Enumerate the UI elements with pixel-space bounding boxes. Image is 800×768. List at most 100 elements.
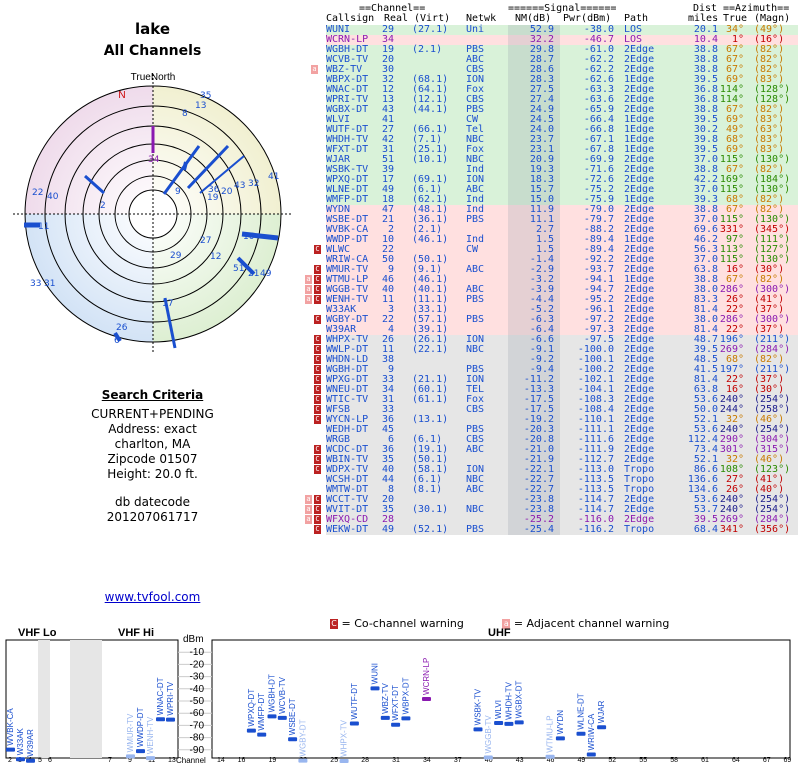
criteria-header: Search Criteria	[101, 388, 204, 402]
station-label: WHDH-TV	[504, 681, 513, 719]
adjacent-warning-icon: a	[305, 495, 312, 504]
ray-ch36	[182, 161, 188, 171]
channel-tick: 69	[784, 757, 792, 764]
channel-tick: 13	[168, 757, 176, 764]
polar-label-21: 21	[248, 269, 259, 279]
left-panel: lake All Channels TrueNorth N 34 2 29 27…	[0, 0, 305, 615]
station-bar	[267, 714, 277, 719]
station-bar	[576, 731, 586, 736]
polar-label-27: 27	[200, 236, 211, 246]
col-true: True	[723, 13, 748, 24]
cochannel-warning-icon: C	[314, 405, 321, 414]
col-miles: miles	[688, 13, 719, 24]
polar-label-32: 32	[248, 179, 259, 189]
station-bar	[370, 686, 380, 691]
channel-tick: 55	[639, 757, 647, 764]
col-path: Path	[624, 13, 649, 24]
cell-network: CW	[466, 244, 479, 255]
adjacent-warning-icon: a	[305, 285, 312, 294]
cell-pwr: -116.2	[577, 524, 614, 535]
vhf-gap-1	[38, 640, 50, 758]
polar-label-26: 26	[116, 323, 128, 333]
site-link[interactable]: www.tvfool.com	[0, 590, 305, 604]
cell-virt: (8.1)	[412, 484, 443, 495]
cell-network: PBS	[466, 214, 485, 225]
polar-label-6: 6	[114, 336, 120, 346]
cochannel-warning-icon: C	[314, 335, 321, 344]
dbm-tick: -60	[190, 708, 205, 719]
cochannel-warning-icon: C	[314, 285, 321, 294]
polar-label-51: 51	[233, 264, 244, 274]
adjacent-warning-icon: a	[305, 275, 312, 284]
station-label: WCVB-TV	[278, 676, 287, 714]
criteria-line: charlton, MA	[114, 437, 191, 451]
station-bar	[16, 757, 25, 762]
station-bar	[380, 715, 390, 720]
cell-virt: (27.1)	[412, 24, 449, 35]
cell-path: Tropo	[624, 524, 655, 535]
cell-true: 341°	[719, 524, 744, 535]
polar-label-29: 29	[170, 251, 182, 261]
channel-tick: 14	[217, 757, 225, 764]
station-bar	[339, 758, 349, 763]
dbm-tick: -40	[190, 684, 205, 695]
db-label: db datecode	[114, 495, 191, 509]
dbm-label: dBm	[183, 634, 204, 645]
polar-label-11: 11	[38, 222, 49, 232]
cell-real: 49	[381, 524, 394, 535]
table-col-header: Callsign Real (Virt) Netwk NM(dB) Pwr(dB…	[302, 14, 800, 24]
polar-label-43: 43	[234, 181, 245, 191]
vhf-gap-2	[70, 640, 102, 758]
station-bar	[146, 756, 155, 761]
station-bar	[586, 752, 596, 757]
channel-tick: 64	[732, 757, 740, 764]
station-bar	[298, 758, 308, 763]
station-label: WSBK-TV	[474, 688, 483, 725]
station-label: WGGB-TV	[484, 715, 493, 754]
channel-tick: 34	[423, 757, 431, 764]
station-bar	[514, 720, 524, 725]
cell-network: PBS	[466, 524, 485, 535]
station-bar	[126, 754, 135, 759]
dbm-tick: -90	[190, 745, 205, 756]
polar-label-41: 41	[268, 172, 279, 182]
station-bar	[545, 754, 555, 759]
station-bar	[26, 758, 35, 763]
page-title: lake	[134, 20, 170, 38]
polar-label-31: 31	[44, 279, 55, 289]
adjacent-warning-icon: a	[305, 295, 312, 304]
station-bar	[246, 728, 256, 733]
polar-label-35: 35	[200, 91, 211, 101]
station-label: WCRN-LP	[422, 658, 431, 695]
spectrum-chart: VHF Lo VHF Hi UHF dBm Channel -10-20 -30-40-50…	[5, 627, 792, 765]
station-label: WRIW-CA	[587, 713, 596, 750]
compass-label: TrueNorth	[131, 72, 176, 83]
cochannel-warning-icon: C	[314, 445, 321, 454]
cell-dist: 68.4	[693, 524, 718, 535]
polar-label-20: 20	[221, 187, 233, 197]
polar-label-40: 40	[47, 192, 59, 202]
cell-virt: (13.1)	[412, 414, 449, 425]
station-label: WBZ-TV	[381, 683, 390, 714]
station-bar	[597, 725, 607, 730]
station-label: WMUR-TV	[126, 713, 135, 752]
cochannel-warning-icon: C	[314, 375, 321, 384]
station-bar	[277, 715, 287, 720]
channel-tick: 19	[269, 757, 277, 764]
channel-tick: 61	[701, 757, 709, 764]
station-bar	[555, 736, 565, 741]
polar-label-22: 22	[32, 188, 43, 198]
cochannel-warning-icon: C	[314, 295, 321, 304]
station-label: WVBK-CA	[6, 708, 15, 746]
channel-tick: 6	[48, 757, 52, 764]
station-label: WYDN	[556, 710, 565, 735]
station-bar	[156, 717, 165, 722]
polar-plot: TrueNorth N 34 2 29 27 11 10 17 26 6 33 …	[13, 72, 293, 354]
channel-table: ==Channel== ======Signal====== Dist ==Az…	[302, 4, 800, 535]
cochannel-warning-icon: C	[314, 385, 321, 394]
polar-label-19: 19	[207, 193, 219, 203]
col-callsign: Callsign	[326, 13, 375, 24]
cell-network: NBC	[466, 344, 485, 355]
station-label: WWDP-DT	[136, 707, 145, 747]
compass-north: N	[118, 90, 125, 101]
